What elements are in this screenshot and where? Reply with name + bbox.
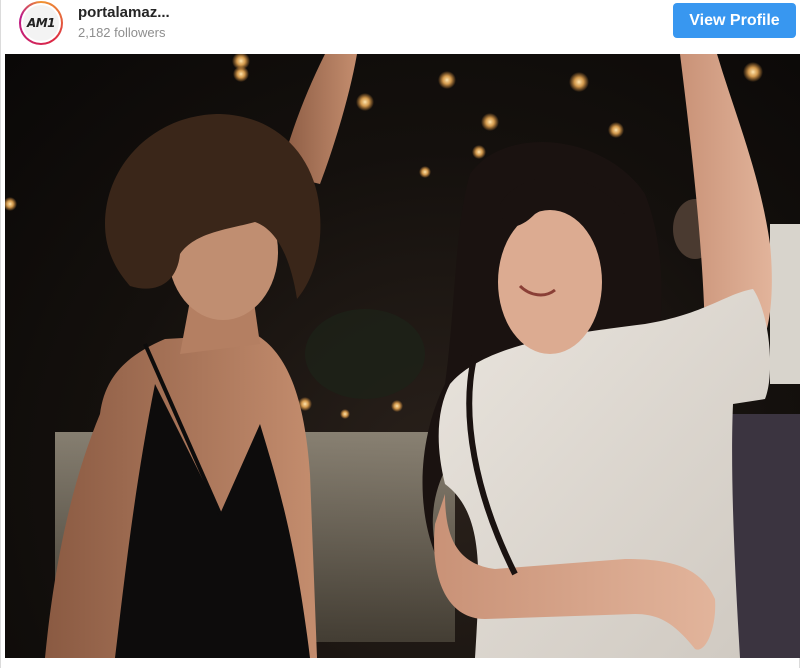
- avatar-ring: AM1: [21, 3, 61, 43]
- brand-avatar-icon: AM1: [23, 5, 59, 41]
- view-profile-button[interactable]: View Profile: [673, 3, 796, 38]
- photo-illustration: [5, 54, 800, 658]
- follower-count: 2,182 followers: [78, 25, 166, 40]
- post-photo[interactable]: [5, 54, 800, 658]
- post-header: AM1 portalamaz... 2,182 followers View P…: [1, 0, 800, 54]
- person-right: [422, 54, 772, 658]
- profile-avatar[interactable]: AM1: [19, 1, 63, 45]
- account-username[interactable]: portalamaz...: [78, 4, 170, 21]
- instagram-embed-post: AM1 portalamaz... 2,182 followers View P…: [0, 0, 800, 668]
